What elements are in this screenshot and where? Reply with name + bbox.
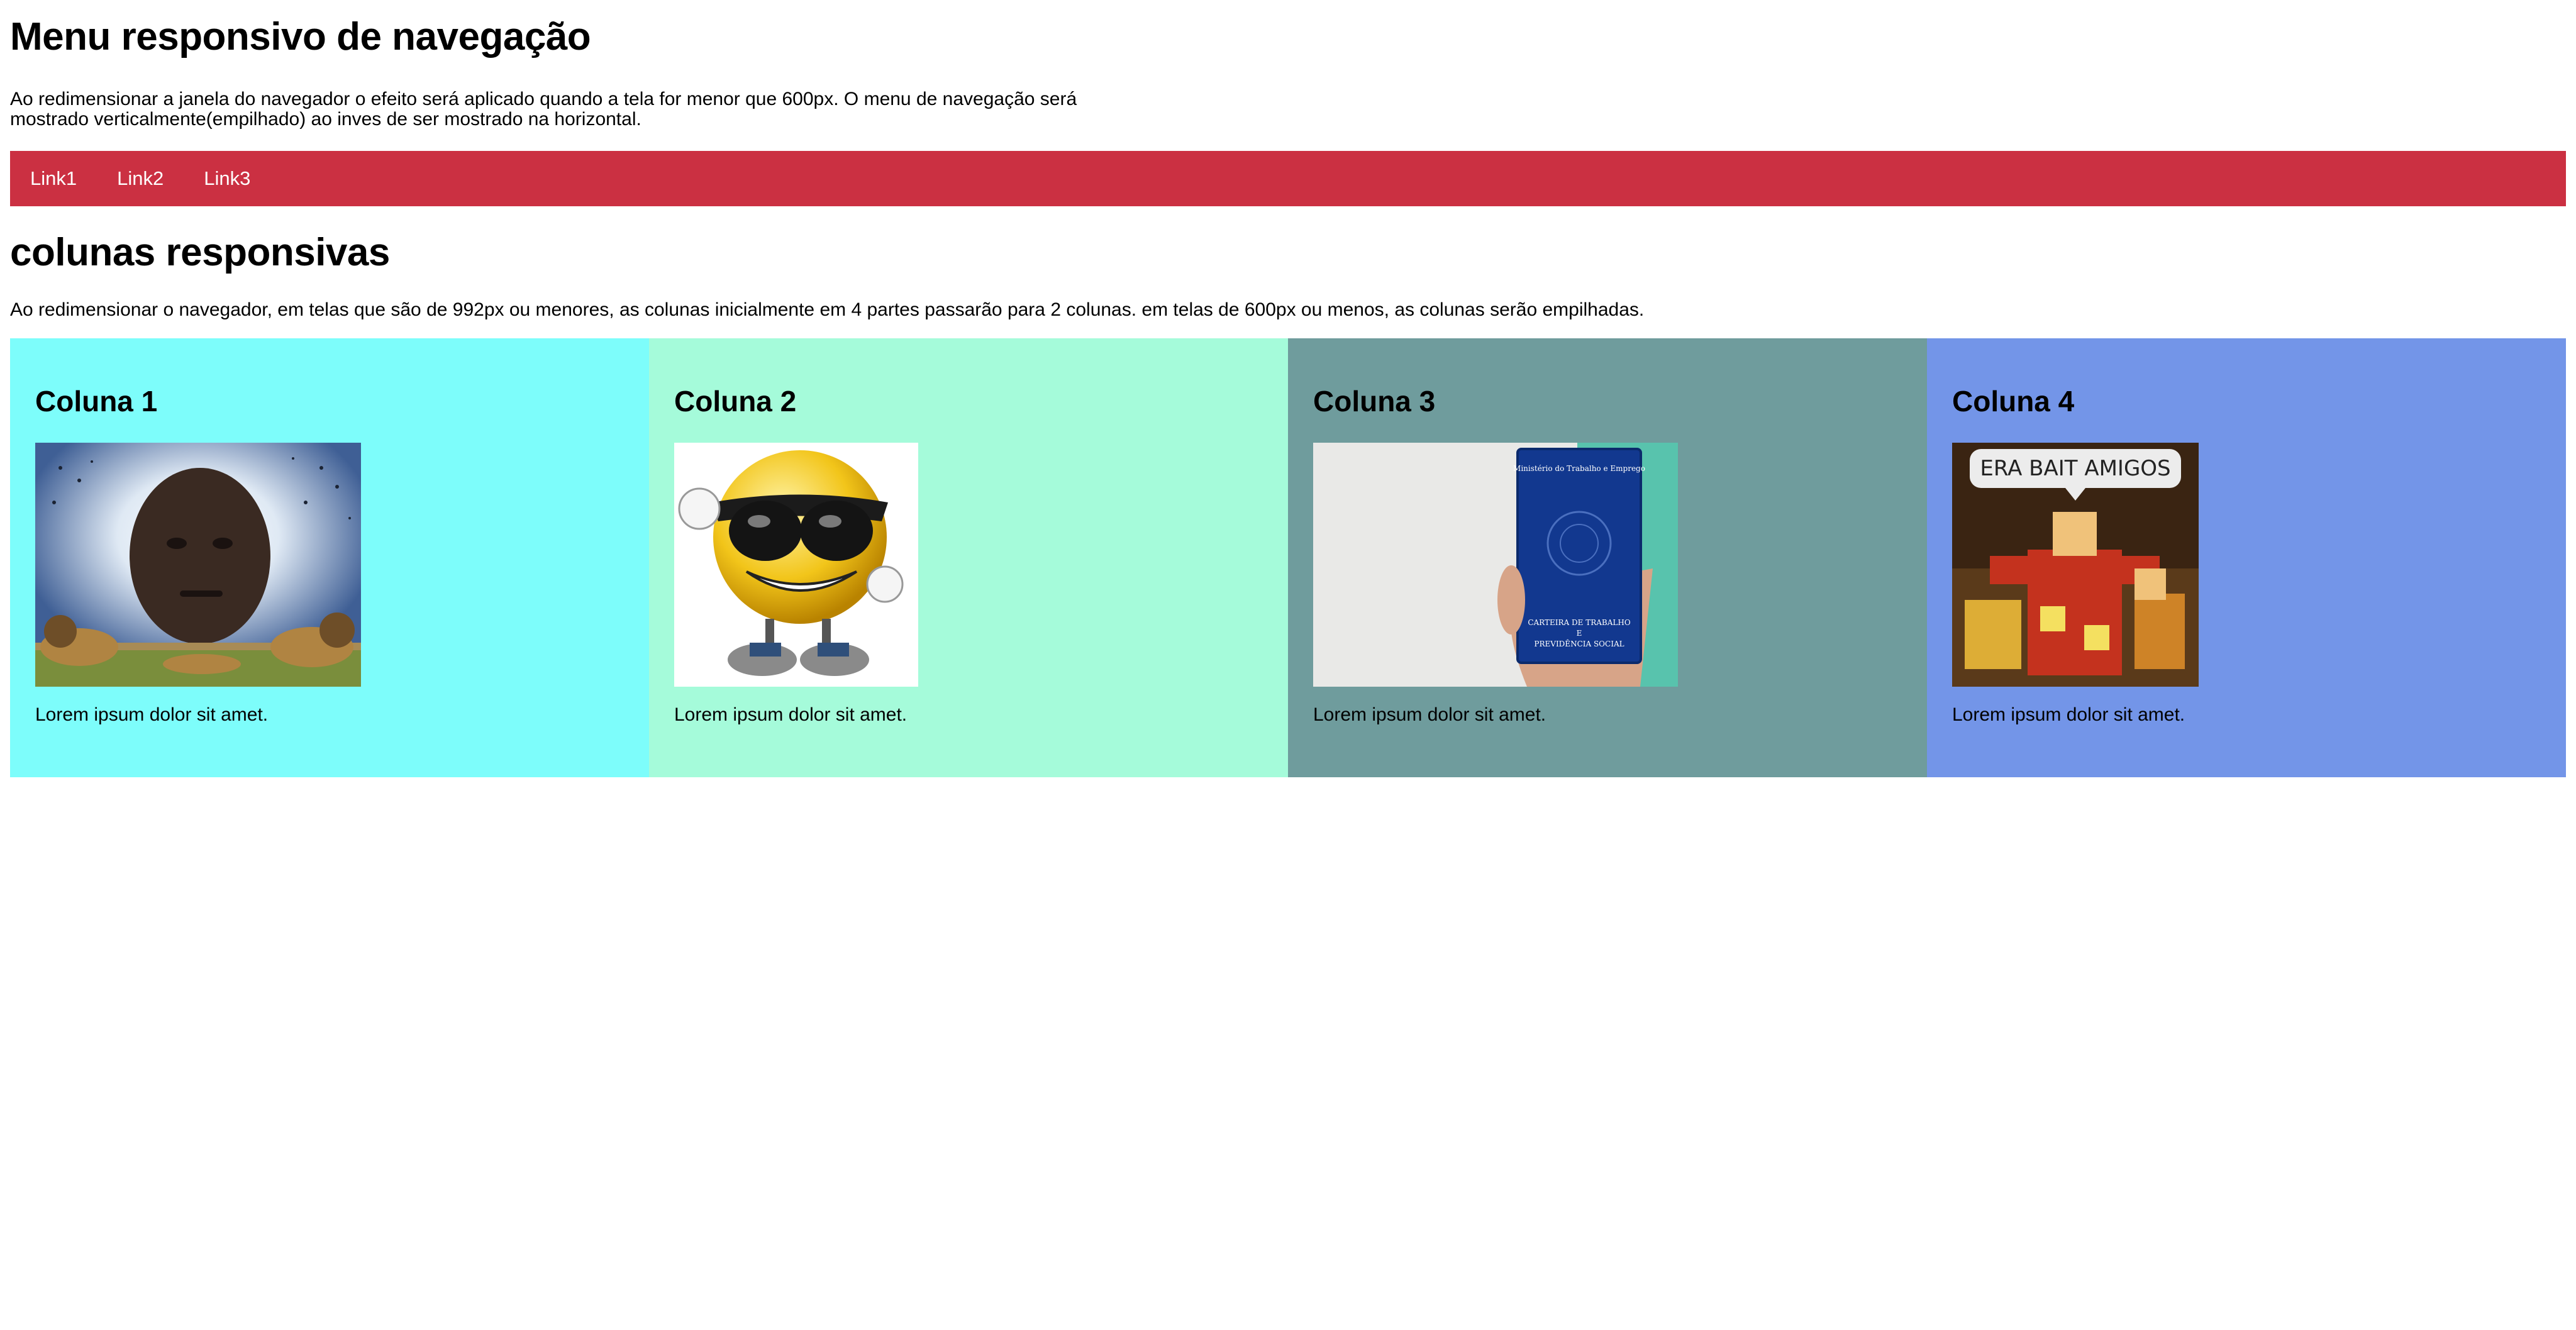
- column-4: Coluna 4 ERA BAIT AMIGOS Lorem ipsum dol…: [1927, 338, 2566, 777]
- page-title: Menu responsivo de navegação: [10, 15, 591, 58]
- column-3: Coluna 3 Ministério do Trabalho e Empreg…: [1288, 338, 1927, 777]
- meme-caption: ERA BAIT AMIGOS: [1980, 456, 2170, 481]
- nav-link-3[interactable]: Link3: [204, 167, 250, 190]
- columns-row: Coluna 1 Lorem ipsum dolor sit amet. Col…: [10, 338, 2566, 777]
- column-title: Coluna 2: [674, 385, 797, 418]
- section-description: Ao redimensionar o navegador, em telas q…: [10, 299, 1645, 320]
- column-title: Coluna 3: [1313, 385, 1436, 418]
- booklet-line-2: E: [1577, 629, 1582, 638]
- column-text: Lorem ipsum dolor sit amet.: [1952, 704, 2185, 725]
- navigation-bar: Link1 Link2 Link3: [10, 151, 2566, 206]
- column-title: Coluna 1: [35, 385, 158, 418]
- booklet-title: Ministério do Trabalho e Emprego: [1513, 464, 1645, 473]
- hand-holding-work-booklet-image: Ministério do Trabalho e Emprego CARTEIR…: [1313, 443, 1902, 687]
- man-face-with-lions-image: [35, 443, 624, 687]
- column-text: Lorem ipsum dolor sit amet.: [674, 704, 908, 725]
- era-bait-amigos-meme-image: ERA BAIT AMIGOS: [1952, 443, 2541, 687]
- column-text: Lorem ipsum dolor sit amet.: [35, 704, 269, 725]
- column-2: Coluna 2 Lorem ipsum dolor sit amet.: [649, 338, 1288, 777]
- column-title: Coluna 4: [1952, 385, 2075, 418]
- page: Menu responsivo de navegação Ao redimens…: [0, 0, 2576, 1330]
- smiley-sunglasses-thumbs-up-image: [674, 443, 1263, 687]
- nav-link-1[interactable]: Link1: [30, 167, 77, 190]
- column-1: Coluna 1 Lorem ipsum dolor sit amet.: [10, 338, 649, 777]
- booklet-line-1: CARTEIRA DE TRABALHO: [1528, 618, 1631, 627]
- intro-text: Ao redimensionar a janela do navegador o…: [10, 89, 1077, 130]
- column-text: Lorem ipsum dolor sit amet.: [1313, 704, 1546, 725]
- section-title: colunas responsivas: [10, 231, 390, 274]
- booklet-line-3: PREVIDÊNCIA SOCIAL: [1534, 639, 1624, 648]
- nav-link-2[interactable]: Link2: [117, 167, 164, 190]
